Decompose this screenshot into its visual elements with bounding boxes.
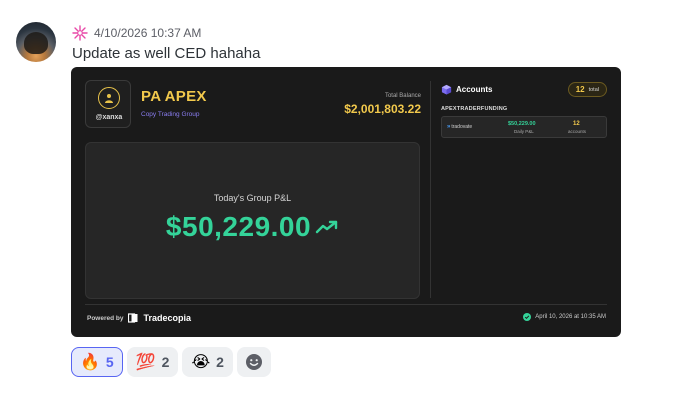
pnl-value: $50,229.00 — [165, 211, 312, 242]
embedded-image-card[interactable]: @xanxa PA APEX Copy Trading Group Total … — [71, 67, 621, 337]
reaction-count: 2 — [161, 354, 170, 370]
sparkle-icon — [72, 25, 88, 41]
pnl-value-row: $50,229.00 — [86, 211, 419, 243]
add-reaction-icon — [245, 354, 262, 370]
user-icon — [98, 87, 120, 109]
card-footer-date: April 10, 2026 at 10:35 AM — [523, 313, 606, 321]
tradecopia-brand: Tradecopia — [143, 313, 192, 323]
avatar[interactable] — [16, 22, 56, 62]
accounts-title: Accounts — [456, 85, 493, 94]
group-name: PA APEX — [141, 88, 207, 105]
accounts-count-label: total — [588, 86, 599, 93]
tradovate-icon: » — [447, 124, 451, 130]
reaction-count: 2 — [216, 354, 224, 370]
hundred-points-icon: 💯 — [135, 352, 156, 371]
trending-up-icon — [315, 220, 338, 234]
reaction-fire[interactable]: 🔥 5 — [71, 347, 123, 377]
card-footer-brand: Powered by Tradecopia — [87, 313, 191, 323]
daily-pnl-label: Daily P&L — [514, 129, 534, 134]
accounts-count: 12 — [575, 85, 585, 94]
broker-name: tradovate — [451, 124, 473, 130]
row-accounts-label: accounts — [568, 129, 587, 134]
reaction-hundred[interactable]: 💯 2 — [126, 347, 179, 377]
reactions-bar: 🔥 5 💯 2 😭 2 — [71, 347, 271, 377]
prop-firm-name: APEXTRADERFUNDING — [441, 106, 508, 112]
message-text: Update as well CED hahaha — [72, 45, 261, 62]
check-circle-icon — [523, 313, 532, 321]
add-reaction-button[interactable] — [236, 347, 271, 377]
row-accounts-count: 12 — [573, 121, 580, 127]
pnl-box: Today's Group P&L $50,229.00 — [85, 142, 420, 299]
reaction-count: 5 — [105, 354, 114, 370]
pnl-label: Today's Group P&L — [213, 193, 292, 203]
crying-face-icon: 😭 — [191, 352, 211, 371]
powered-by-label: Powered by — [87, 314, 124, 322]
fire-icon: 🔥 — [80, 352, 100, 371]
message-header: 4/10/2026 10:37 AM — [72, 25, 201, 41]
profile-handle: @xanxa — [95, 114, 123, 121]
message-timestamp[interactable]: 4/10/2026 10:37 AM — [94, 26, 201, 40]
card-date: April 10, 2026 at 10:35 AM — [535, 314, 606, 320]
reaction-crying[interactable]: 😭 2 — [182, 347, 233, 377]
accounts-count-badge: 12 total — [567, 82, 607, 97]
tradecopia-logo-icon — [128, 313, 138, 323]
chat-message: 4/10/2026 10:37 AM Update as well CED ha… — [0, 0, 700, 399]
horizontal-divider — [85, 304, 607, 305]
cube-icon — [441, 84, 452, 95]
balance-value: $2,001,803.22 — [344, 102, 421, 116]
vertical-divider — [430, 81, 431, 298]
balance-label: Total Balance — [384, 93, 421, 99]
daily-pnl-value: $50,229.00 — [508, 121, 536, 127]
group-subtitle: Copy Trading Group — [141, 111, 200, 118]
account-row: » tradovate $50,229.00 Daily P&L 12 acco… — [441, 116, 607, 138]
profile-box: @xanxa — [85, 80, 131, 128]
broker-logo: » tradovate — [447, 124, 472, 130]
